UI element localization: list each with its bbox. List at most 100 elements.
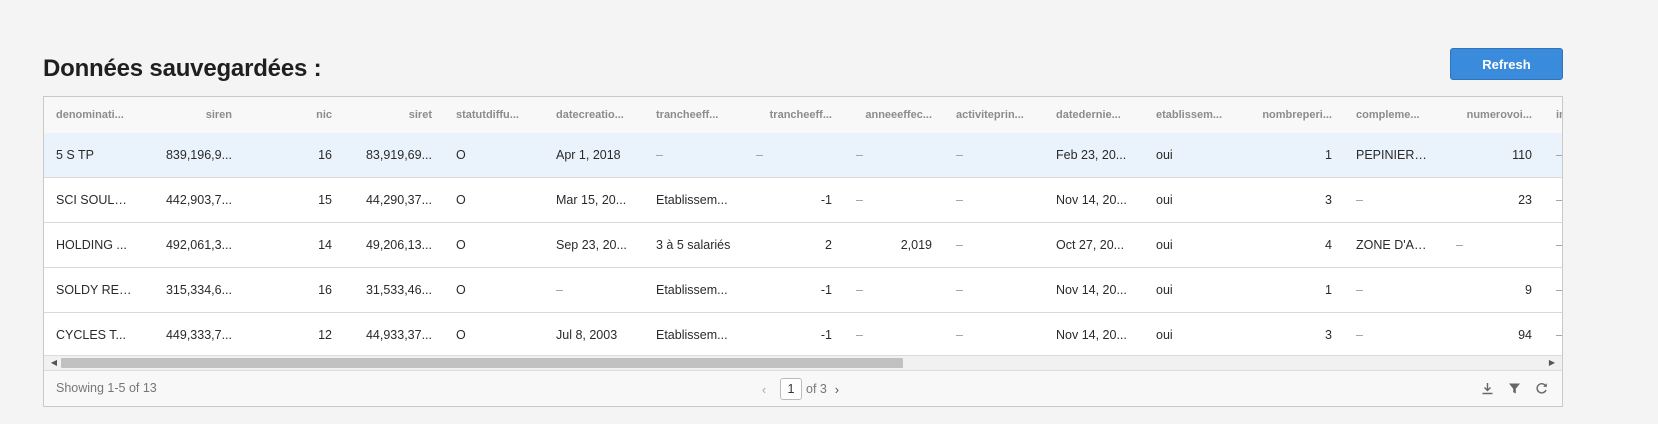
table-cell: 3 (1325, 193, 1332, 207)
table-cell: 1 (1325, 148, 1332, 162)
table-cell: – (956, 193, 963, 207)
table-cell: 3 (1325, 328, 1332, 342)
table-cell: 44,933,37... (365, 328, 432, 342)
table-cell: 83,919,69... (365, 148, 432, 162)
column-header[interactable]: in (1544, 97, 1562, 133)
table-cell: – (956, 283, 963, 297)
filter-icon[interactable] (1506, 380, 1523, 397)
table-cell: oui (1156, 328, 1173, 342)
table-cell: O (456, 328, 466, 342)
table-row[interactable]: SCI SOULE... 442,903,7... 15 44,290,37... O M… (44, 178, 1562, 223)
table-cell: 492,061,3... (165, 238, 232, 252)
table-cell: 23 (1518, 193, 1532, 207)
table-cell: 1 (1325, 283, 1332, 297)
table-cell: – (656, 148, 663, 162)
column-header[interactable]: datecreatio... (544, 97, 644, 133)
table-cell: oui (1156, 238, 1173, 252)
scroll-right-icon[interactable]: ▶ (1544, 356, 1560, 370)
table-cell: Nov 14, 20... (1056, 193, 1127, 207)
table-cell: – (1544, 223, 1562, 267)
table-cell: Etablissem... (656, 328, 728, 342)
table-cell: oui (1156, 193, 1173, 207)
table-cell: – (856, 148, 863, 162)
column-header[interactable]: nombreperi... (1244, 97, 1344, 133)
column-header[interactable]: nic (244, 97, 344, 133)
horizontal-scrollbar[interactable]: ◀ ▶ (44, 355, 1562, 371)
table-row[interactable]: CYCLES T... 449,333,7... 12 44,933,37... O Ju… (44, 313, 1562, 355)
column-header[interactable]: siren (144, 97, 244, 133)
table-cell: 2 (825, 238, 832, 252)
table-cell: – (1544, 133, 1562, 177)
table-cell: – (1356, 283, 1363, 297)
scrollbar-thumb[interactable] (61, 358, 903, 368)
table-cell: – (856, 193, 863, 207)
table-cell: – (1456, 238, 1463, 252)
table-cell: Jul 8, 2003 (556, 328, 618, 342)
table-cell: 4 (1325, 238, 1332, 252)
grid-tools (1479, 380, 1550, 397)
table-cell: 16 (318, 148, 332, 162)
column-header[interactable]: compleme... (1344, 97, 1444, 133)
table-cell: 49,206,13... (365, 238, 432, 252)
scroll-left-icon[interactable]: ◀ (46, 356, 62, 370)
column-header[interactable]: statutdiffu... (444, 97, 544, 133)
table-cell: -1 (820, 328, 832, 342)
column-header[interactable]: denominati... (44, 97, 144, 133)
table-cell: 94 (1518, 328, 1532, 342)
table-cell: HOLDING ... (56, 238, 127, 252)
table-cell: 2,019 (900, 238, 932, 252)
table-cell: -1 (820, 283, 832, 297)
table-cell: – (956, 238, 963, 252)
page-number-input[interactable] (780, 378, 802, 400)
table-cell: – (956, 328, 963, 342)
column-header[interactable]: trancheeff... (744, 97, 844, 133)
reset-icon[interactable] (1533, 380, 1550, 397)
table-cell: -1 (820, 193, 832, 207)
prev-page-icon[interactable]: ‹ (754, 382, 774, 397)
table-cell: Apr 1, 2018 (556, 148, 621, 162)
table-cell: Oct 27, 20... (1056, 238, 1125, 252)
refresh-button[interactable]: Refresh (1450, 48, 1563, 80)
data-grid: denominati... siren nic siret statutdiffu...… (43, 96, 1563, 407)
table-cell: O (456, 283, 466, 297)
table-cell: Nov 14, 20... (1056, 328, 1127, 342)
column-header[interactable]: etablissem... (1144, 97, 1244, 133)
table-cell: Etablissem... (656, 193, 728, 207)
next-page-icon[interactable]: › (827, 382, 847, 397)
table-cell: 16 (318, 283, 332, 297)
table-cell: oui (1156, 148, 1173, 162)
table-cell: – (1356, 328, 1363, 342)
column-header[interactable]: trancheeff... (644, 97, 744, 133)
table-cell: SOLDY REI... (56, 283, 133, 297)
column-header[interactable]: activiteprin... (944, 97, 1044, 133)
column-header[interactable]: numerovoi... (1444, 97, 1544, 133)
page-total-text: of 3 (806, 382, 827, 396)
table-cell: Nov 14, 20... (1056, 283, 1127, 297)
table-cell: Feb 23, 20... (1056, 148, 1127, 162)
table-cell: ZONE D'AC... (1356, 238, 1434, 252)
table-cell: Sep 23, 20... (556, 238, 627, 252)
table-cell: 9 (1525, 283, 1532, 297)
table-cell: 442,903,7... (165, 193, 232, 207)
column-header[interactable]: datedernie... (1044, 97, 1144, 133)
grid-header: denominati... siren nic siret statutdiffu...… (44, 97, 1562, 134)
table-cell: 14 (318, 238, 332, 252)
table-row[interactable]: SOLDY REI... 315,334,6... 16 31,533,46... O –… (44, 268, 1562, 313)
table-cell: 839,196,9... (165, 148, 232, 162)
column-header[interactable]: siret (344, 97, 444, 133)
table-cell: – (1544, 178, 1562, 222)
table-cell: PEPINIERE ... (1356, 148, 1437, 162)
table-cell: Mar 15, 20... (556, 193, 627, 207)
table-cell: 315,334,6... (165, 283, 232, 297)
table-row[interactable]: 5 S TP 839,196,9... 16 83,919,69... O Apr 1, … (44, 133, 1562, 178)
table-cell: 5 S TP (56, 148, 94, 162)
row-count-text: Showing 1-5 of 13 (56, 381, 157, 395)
column-header[interactable]: anneeeffec... (844, 97, 944, 133)
table-cell: – (956, 148, 963, 162)
download-icon[interactable] (1479, 380, 1496, 397)
table-cell: oui (1156, 283, 1173, 297)
grid-status-bar: Showing 1-5 of 13 ‹ of 3 › (44, 371, 1562, 406)
table-row[interactable]: HOLDING ... 492,061,3... 14 49,206,13... O Se… (44, 223, 1562, 268)
table-cell: – (856, 283, 863, 297)
table-cell: 110 (1512, 148, 1532, 162)
